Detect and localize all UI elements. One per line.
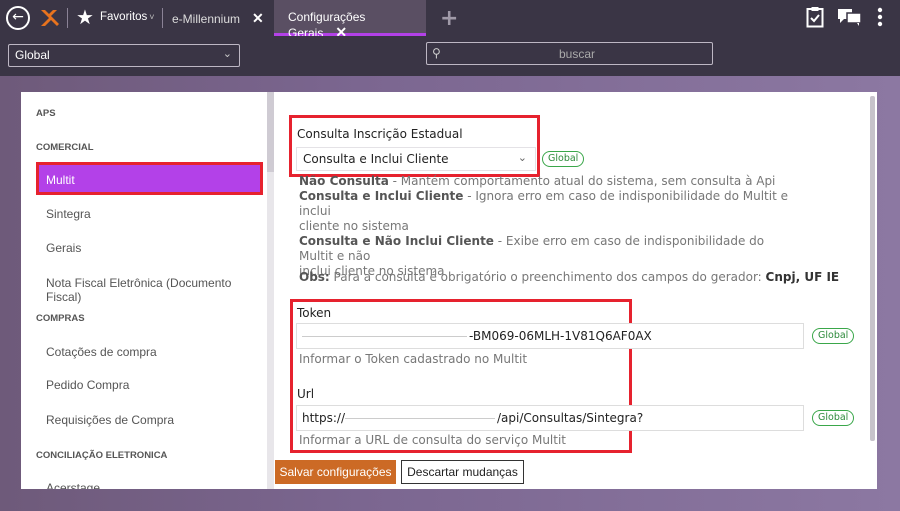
obs-label: Obs:: [299, 270, 330, 284]
more-vertical-icon[interactable]: [876, 6, 884, 28]
close-icon[interactable]: ✕: [252, 10, 264, 26]
sidebar-item-multit[interactable]: Multit: [36, 162, 263, 195]
token-value: -BM069-06MLH-1V81Q6AF0AX: [469, 329, 652, 343]
sidebar-item-cotacoes[interactable]: Cotações de compra: [46, 345, 157, 359]
toolbar-divider: [67, 8, 68, 28]
scrollbar-thumb[interactable]: [267, 92, 274, 172]
token-hint: Informar o Token cadastrado no Multit: [299, 352, 528, 366]
save-button[interactable]: Salvar configurações: [275, 460, 396, 484]
sidebar-item-pedido-compra[interactable]: Pedido Compra: [46, 378, 129, 392]
sidebar-scrollbar[interactable]: [267, 92, 274, 489]
obs-text: Para a consulta é obrigatório o preenchi…: [329, 270, 766, 284]
toolbar-divider: [162, 8, 163, 28]
app-logo-icon: [41, 10, 59, 26]
chat-icon[interactable]: [837, 6, 863, 28]
option-name: Consulta e Inclui Cliente: [299, 189, 464, 203]
global-badge: Global: [542, 151, 585, 167]
search-input[interactable]: [447, 45, 707, 62]
global-badge: Global: [812, 410, 855, 426]
search-box[interactable]: ⚲: [426, 42, 713, 65]
obs-note: Obs: Para a consulta é obrigatório o pre…: [299, 270, 859, 285]
content-scrollbar[interactable]: [870, 96, 875, 441]
description-line: Não Consulta - Mantém comportamento atua…: [299, 174, 799, 189]
sidebar-section-comercial[interactable]: COMERCIAL: [36, 142, 94, 153]
consulta-label: Consulta Inscrição Estadual: [297, 127, 463, 141]
url-field[interactable]: https:// /api/Consultas/Sintegra?: [296, 405, 804, 431]
discard-button[interactable]: Descartar mudanças: [401, 460, 524, 484]
description-line: cliente no sistema: [299, 219, 799, 234]
favorites-star-icon[interactable]: ★: [76, 5, 94, 29]
top-bar: ← ★ Favoritos ˅ e-Millennium ✕ Configuraçõ…: [0, 0, 900, 40]
token-field[interactable]: -BM069-06MLH-1V81Q6AF0AX: [296, 323, 804, 349]
chevron-down-icon: ⌄: [517, 151, 527, 164]
sidebar-item-nota-fiscal[interactable]: Nota Fiscal Eletrônica (Documento Fiscal…: [46, 276, 267, 304]
masked-text: [345, 418, 496, 419]
sidebar-item-sintegra[interactable]: Sintegra: [46, 207, 91, 221]
obs-fields: Cnpj, UF IE: [765, 270, 840, 284]
option-desc: - Mantém comportamento atual do sistema,…: [388, 174, 776, 188]
url-label: Url: [297, 387, 315, 401]
description-line: Consulta e Não Inclui Cliente - Exibe er…: [299, 234, 799, 264]
consulta-description: Não Consulta - Mantém comportamento atua…: [299, 174, 799, 279]
sidebar-section-conciliacao[interactable]: CONCILIAÇÃO ELETRONICA: [36, 450, 167, 461]
sidebar-item-gerais[interactable]: Gerais: [46, 241, 81, 255]
consulta-select[interactable]: Consulta e Inclui Cliente ⌄: [296, 147, 536, 171]
sidebar-item-acerstage[interactable]: Acerstage: [46, 481, 100, 489]
token-label: Token: [297, 306, 332, 320]
back-arrow-icon[interactable]: ←: [6, 6, 30, 30]
option-desc: cliente no sistema: [299, 219, 409, 233]
url-hint: Informar a URL de consulta do serviço Mu…: [299, 433, 567, 447]
scope-select[interactable]: Global ⌄: [8, 44, 240, 67]
global-badge: Global: [812, 328, 855, 344]
favorites-menu[interactable]: Favoritos ˅: [100, 11, 155, 23]
search-icon: ⚲: [432, 46, 441, 60]
tab-configuracoes-gerais[interactable]: Configurações Gerais ✕: [274, 0, 426, 40]
sidebar-item-requisicoes[interactable]: Requisições de Compra: [46, 413, 174, 427]
tab-label: e-Millennium: [172, 12, 241, 26]
url-suffix: /api/Consultas/Sintegra?: [497, 411, 644, 425]
description-line: Consulta e Inclui Cliente - Ignora erro …: [299, 189, 799, 219]
clipboard-check-icon[interactable]: [806, 6, 824, 28]
chevron-down-icon: ˅: [149, 12, 155, 22]
option-name: Consulta e Não Inclui Cliente: [299, 234, 494, 248]
url-prefix: https://: [302, 411, 346, 425]
favorites-label: Favoritos: [100, 11, 148, 23]
add-tab-icon[interactable]: +: [440, 6, 458, 31]
scope-select-value: Global: [15, 48, 50, 62]
option-name: Não Consulta: [299, 174, 389, 188]
masked-text: [302, 336, 467, 337]
sidebar-section-aps[interactable]: APS: [36, 108, 56, 119]
settings-sidebar: APS COMERCIAL Multit Sintegra Gerais Not…: [21, 92, 267, 489]
chevron-down-icon: ⌄: [222, 48, 232, 60]
tab-e-millennium[interactable]: e-Millennium ✕: [172, 0, 272, 36]
sidebar-section-compras[interactable]: COMPRAS: [36, 313, 85, 324]
consulta-select-value: Consulta e Inclui Cliente: [303, 152, 449, 166]
